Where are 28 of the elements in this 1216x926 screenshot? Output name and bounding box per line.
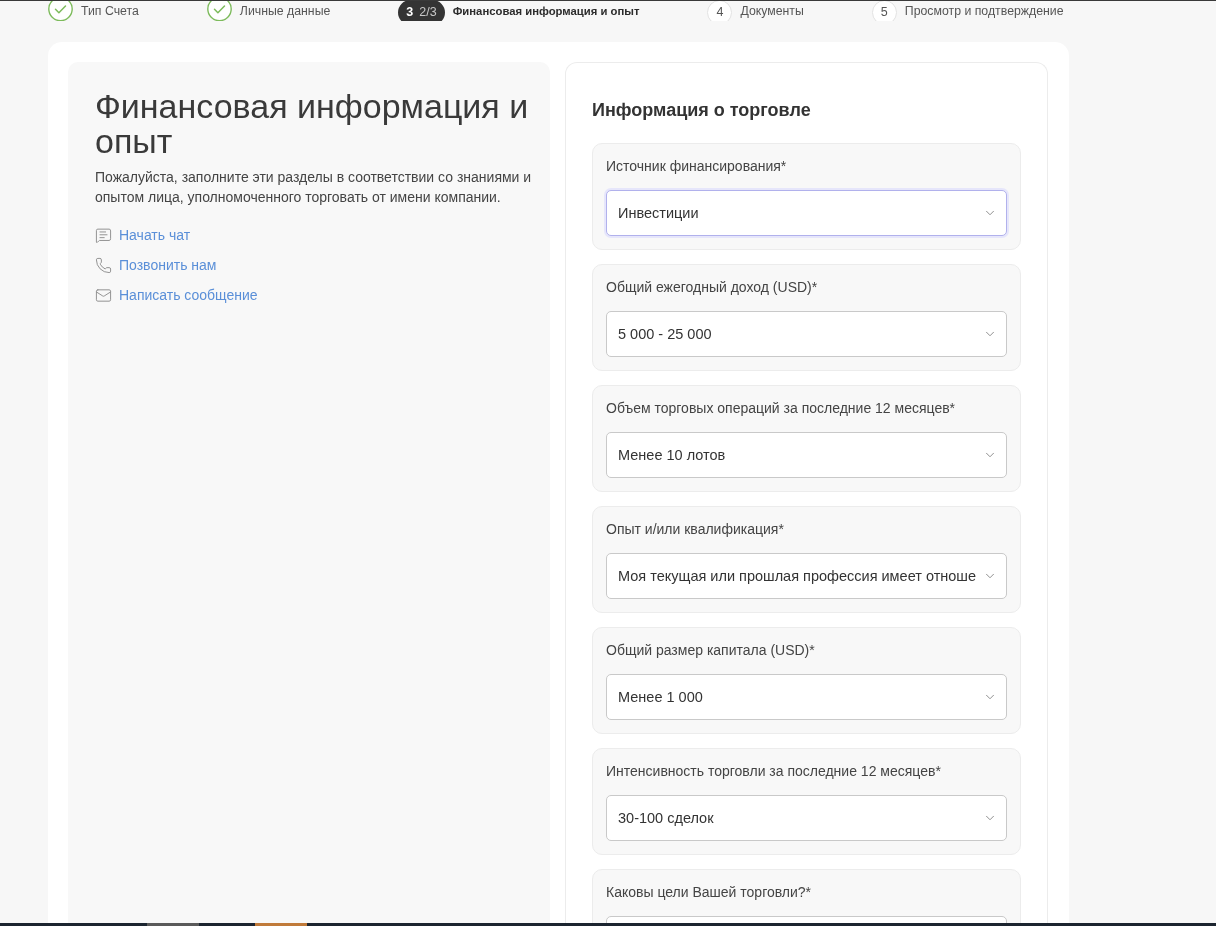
mail-icon [95,286,112,304]
step-number: 5 [871,1,897,21]
step-label: Тип Счета [81,3,139,19]
chat-icon [95,226,112,244]
page-title: Финансовая информация и опыт [95,89,530,159]
select-field[interactable]: Менее 1 000 [606,674,1007,720]
step-label: Документы [740,3,804,19]
select-field[interactable]: Инвестиции [606,190,1007,236]
field-label: Объем торговых операций за последние 12 месяцев* [606,399,957,417]
step-number: 4 [707,1,733,21]
select-field[interactable]: 30-100 сделок [606,795,1007,841]
step-label: Личные данные [239,3,331,19]
field-label: Общий размер капитала (USD)* [606,641,816,659]
section-title: Информация о торговле [592,99,812,122]
field-label: Опыт и/или квалификация* [606,520,785,538]
select-field[interactable]: 5 000 - 25 000 [606,311,1007,357]
step-progress: 2/3 [419,4,437,20]
field-label: Интенсивность торговли за последние 12 месяцев* [606,762,942,780]
field-label: Общий ежегодный доход (USD)* [606,278,819,296]
phone-icon [95,256,112,274]
step-number: 3 [406,4,414,20]
select-field[interactable]: Моя текущая или прошлая профессия имеет отноше [606,553,1007,599]
step-label: Просмотр и подтверждение [904,3,1064,19]
select-field[interactable]: Менее 10 лотов [606,432,1007,478]
field-label: Каковы цели Вашей торговли?* [606,883,813,901]
field-label: Источник финансирования* [606,157,788,175]
intro-description: Пожалуйста, заполните эти разделы в соответствии со знаниями и опытом лица, уполномоченного торговать от имени компании. [95,168,533,207]
step-label: Финансовая информация и опыт [452,4,640,19]
